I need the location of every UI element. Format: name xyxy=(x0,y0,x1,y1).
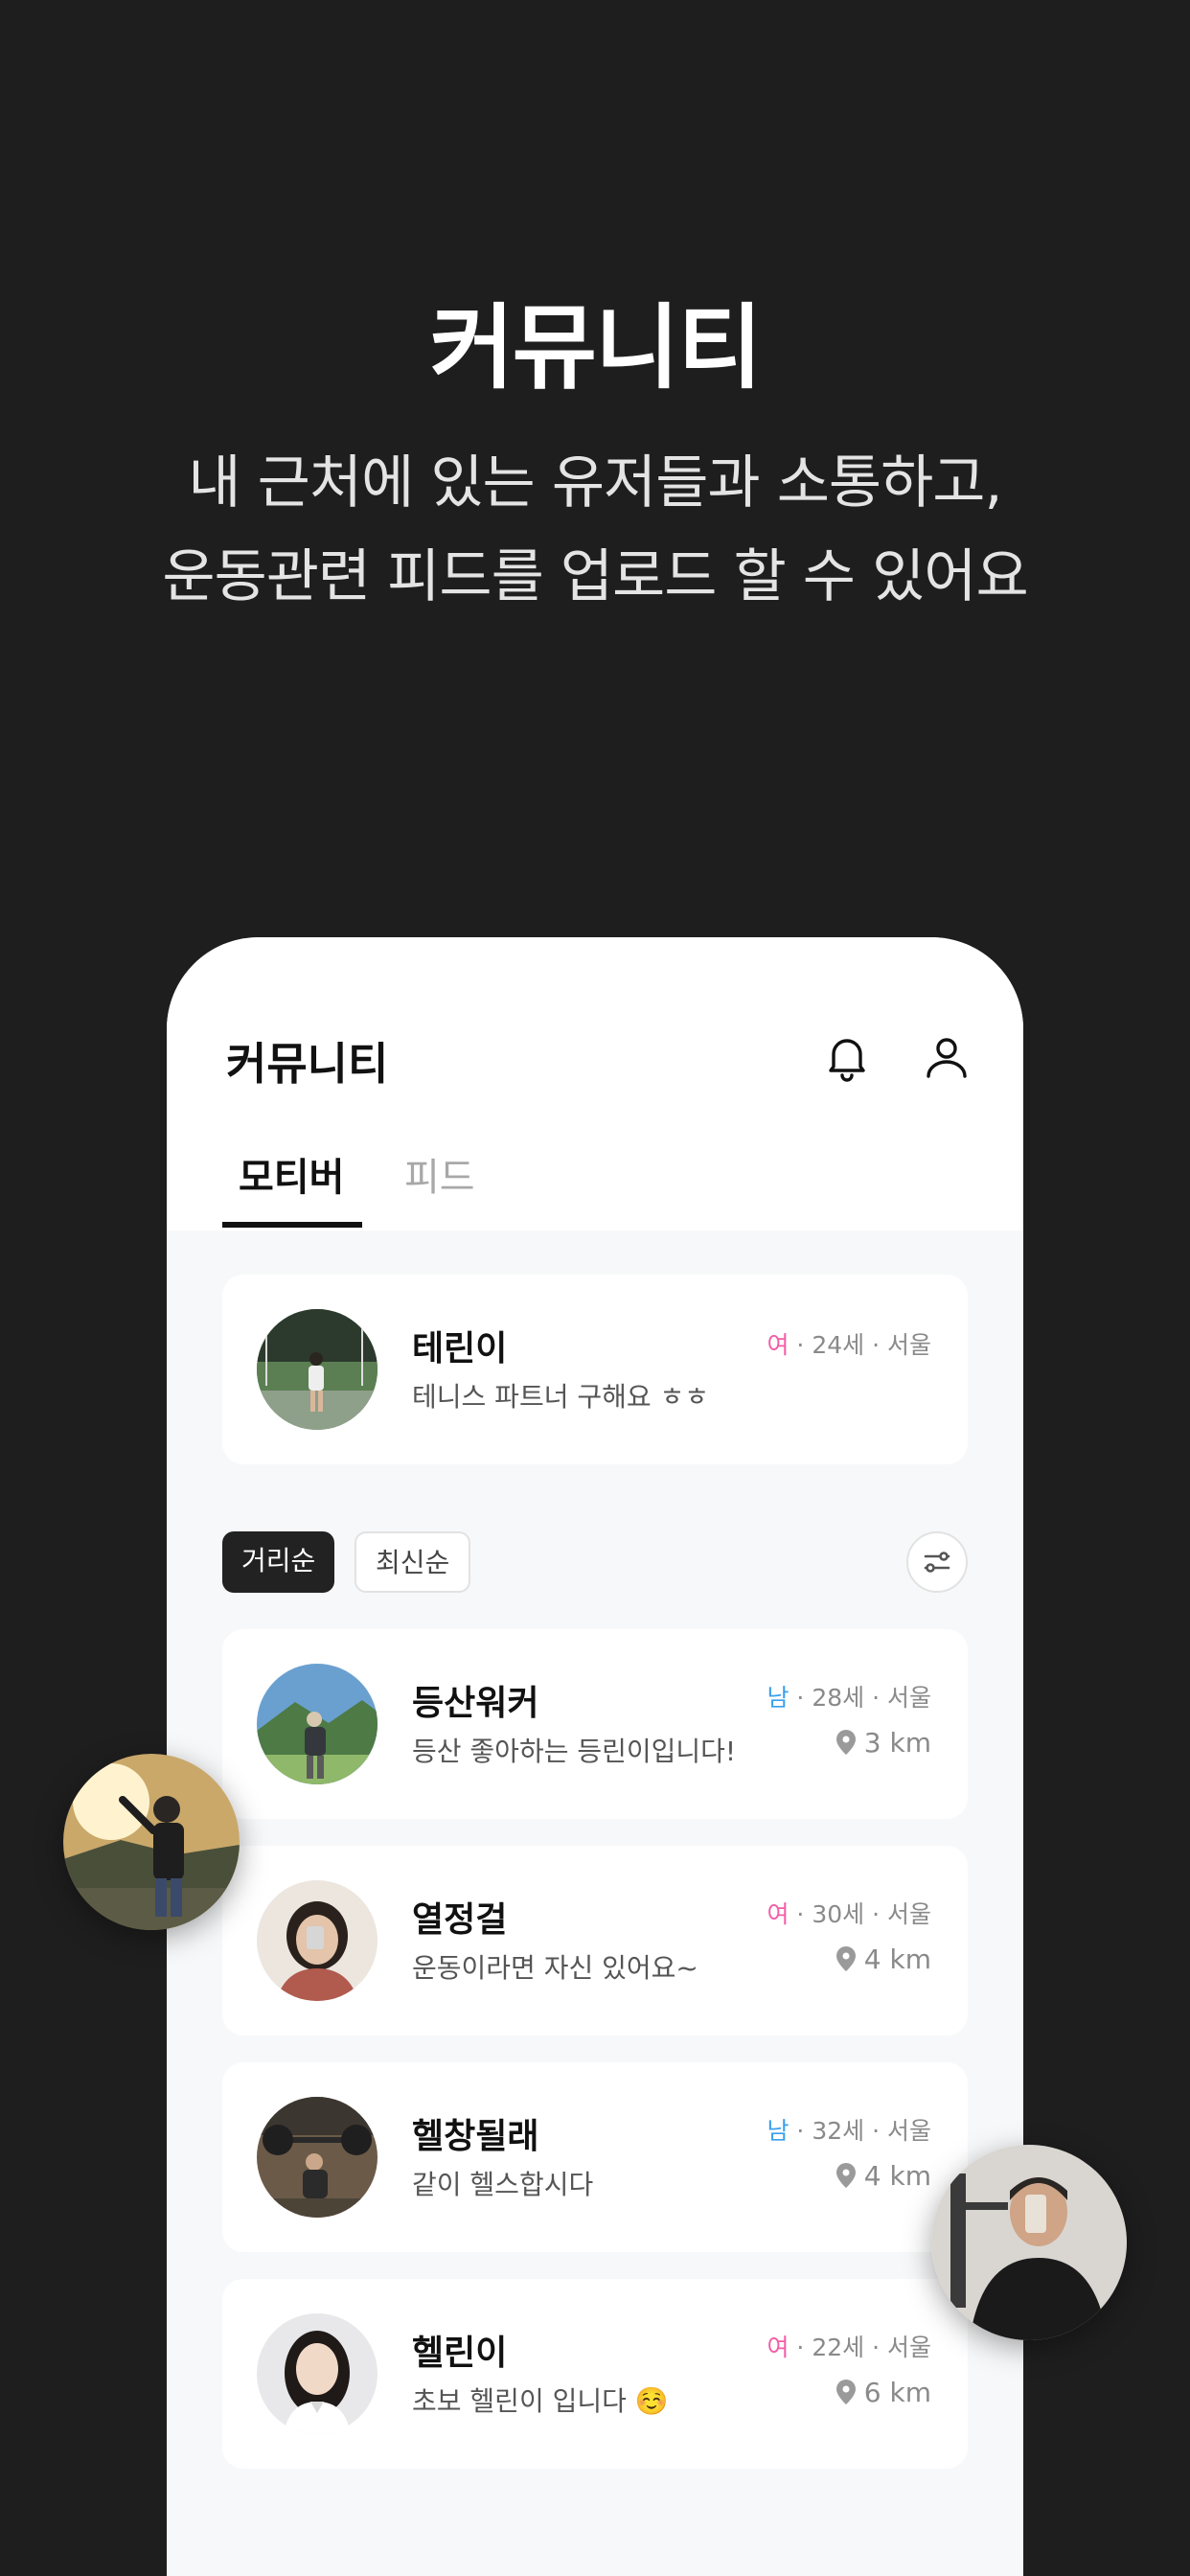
floating-avatar-hiker xyxy=(63,1754,240,1930)
user-card[interactable]: 열정걸 운동이라면 자신 있어요~ 여 · 30세 · 서울 4 km xyxy=(222,1846,968,2036)
nickname: 등산워커 xyxy=(412,1684,539,1723)
distance-label: 3 km xyxy=(835,1727,931,1762)
user-card[interactable]: 등산워커 등산 좋아하는 등린이입니다! 남 · 28세 · 서울 3 km xyxy=(222,1629,968,1819)
gender-label: 여 xyxy=(767,1331,790,1359)
bell-icon[interactable] xyxy=(818,1028,876,1086)
location-pin-icon xyxy=(835,1945,857,1979)
location-pin-icon xyxy=(835,1729,857,1762)
location-pin-icon xyxy=(835,2162,857,2196)
user-meta: 남 · 32세 · 서울 xyxy=(767,2117,931,2145)
region-label: 서울 xyxy=(886,1684,931,1712)
hero-subtitle: 내 근처에 있는 유저들과 소통하고, 운동관련 피드를 업로드 할 수 있어요 xyxy=(0,436,1190,624)
gender-label: 여 xyxy=(767,2334,790,2361)
age-label: 28세 xyxy=(812,1684,865,1712)
distance-value: 4 km xyxy=(863,2160,931,2192)
hero-subtitle-line-1: 내 근처에 있는 유저들과 소통하고, xyxy=(188,449,1002,517)
user-card[interactable]: 헬창될래 같이 헬스합시다 남 · 32세 · 서울 4 km xyxy=(222,2062,968,2252)
intro-text: 테니스 파트너 구해요 ㅎㅎ xyxy=(412,1381,710,1413)
gender-label: 여 xyxy=(767,1900,790,1928)
nickname: 헬린이 xyxy=(412,2334,508,2373)
avatar xyxy=(257,1880,378,2001)
gender-label: 남 xyxy=(767,2117,790,2145)
user-card[interactable]: 헬린이 초보 헬린이 입니다 ☺️ 여 · 22세 · 서울 6 km xyxy=(222,2279,968,2469)
distance-value: 3 km xyxy=(863,1727,931,1759)
filter-icon[interactable] xyxy=(906,1531,968,1593)
intro-text: 운동이라면 자신 있어요~ xyxy=(412,1952,698,1984)
gender-label: 남 xyxy=(767,1684,790,1712)
tab-motiver[interactable]: 모티버 xyxy=(239,1146,344,1202)
nickname: 테린이 xyxy=(412,1329,508,1368)
user-meta: 여 · 24세 · 서울 xyxy=(767,1331,931,1359)
region-label: 서울 xyxy=(886,1900,931,1928)
tab-feed[interactable]: 피드 xyxy=(404,1146,475,1202)
app-title: 커뮤니티 xyxy=(226,1038,389,1090)
distance-label: 4 km xyxy=(835,1944,931,1979)
distance-value: 6 km xyxy=(863,2377,931,2408)
age-label: 22세 xyxy=(812,2334,865,2361)
age-label: 32세 xyxy=(812,2117,865,2145)
my-profile-card[interactable]: 테린이 테니스 파트너 구해요 ㅎㅎ 여 · 24세 · 서울 xyxy=(222,1275,968,1464)
profile-icon[interactable] xyxy=(918,1028,975,1086)
hero-title: 커뮤니티 xyxy=(429,294,762,402)
user-meta: 남 · 28세 · 서울 xyxy=(767,1684,931,1712)
phone-mockup: 커뮤니티 모티버 피드 테린이 테니스 파트너 구해요 ㅎㅎ 여 · 24세 ·… xyxy=(167,937,1023,2576)
sort-distance-chip[interactable]: 거리순 xyxy=(222,1531,335,1593)
region-label: 서울 xyxy=(886,1331,931,1359)
region-label: 서울 xyxy=(886,2334,931,2361)
age-label: 24세 xyxy=(812,1331,865,1359)
avatar xyxy=(257,1664,378,1784)
distance-value: 4 km xyxy=(863,1944,931,1975)
avatar xyxy=(257,1309,378,1430)
intro-text: 등산 좋아하는 등린이입니다! xyxy=(412,1736,737,1767)
nickname: 열정걸 xyxy=(412,1900,508,1940)
distance-label: 4 km xyxy=(835,2160,931,2196)
user-meta: 여 · 22세 · 서울 xyxy=(767,2334,931,2361)
user-meta: 여 · 30세 · 서울 xyxy=(767,1900,931,1928)
region-label: 서울 xyxy=(886,2117,931,2145)
location-pin-icon xyxy=(835,2379,857,2412)
sort-latest-chip[interactable]: 최신순 xyxy=(355,1531,471,1593)
avatar xyxy=(257,2313,378,2434)
intro-text: 같이 헬스합시다 xyxy=(412,2169,594,2200)
intro-text: 초보 헬린이 입니다 ☺️ xyxy=(412,2385,669,2417)
tab-active-indicator xyxy=(222,1222,362,1228)
avatar xyxy=(257,2097,378,2218)
floating-avatar-gym xyxy=(931,2145,1127,2340)
hero-subtitle-line-2: 운동관련 피드를 업로드 할 수 있어요 xyxy=(162,543,1028,610)
nickname: 헬창될래 xyxy=(412,2117,539,2156)
distance-label: 6 km xyxy=(835,2377,931,2412)
age-label: 30세 xyxy=(812,1900,865,1928)
